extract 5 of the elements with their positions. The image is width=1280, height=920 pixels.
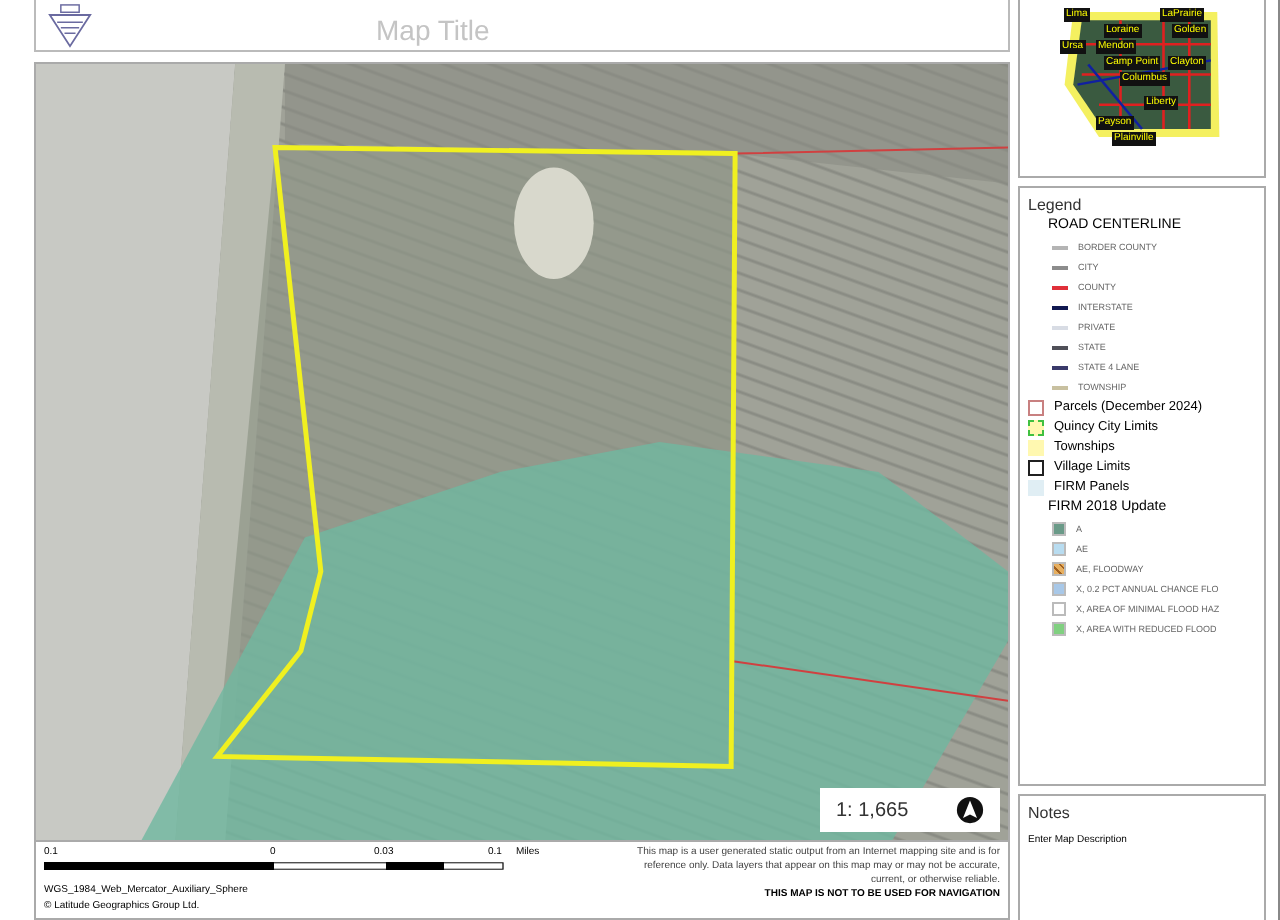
notes-title: Notes	[1028, 804, 1072, 822]
map-title: Map Title	[376, 14, 490, 46]
triangle-logo-icon	[48, 3, 92, 47]
legend-title: Legend	[1028, 196, 1084, 214]
scale-ratio: 1: 1,665	[836, 799, 909, 821]
